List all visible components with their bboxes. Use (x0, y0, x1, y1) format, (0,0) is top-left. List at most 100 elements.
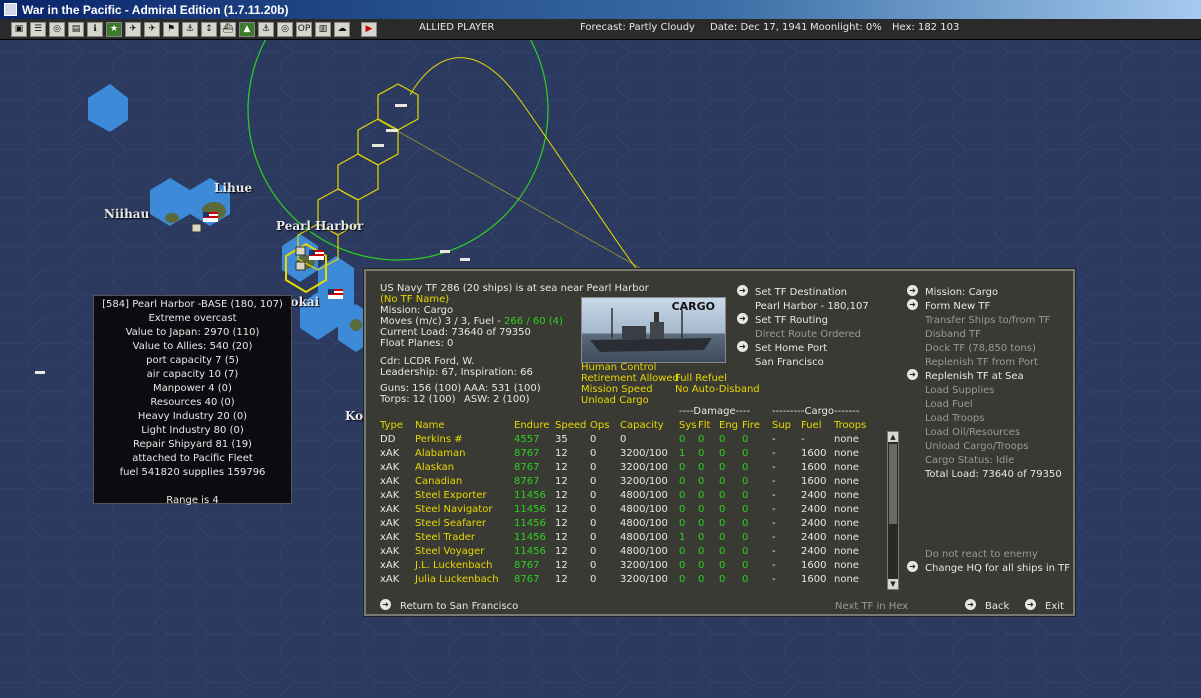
set-tf-destination[interactable]: Set TF Destination (755, 287, 847, 298)
base-manpower: Manpower 4 (0) (153, 383, 232, 394)
unload-cargo-button[interactable]: Unload Cargo/Troops (925, 441, 1028, 452)
table-row[interactable]: xAK Alabaman 8767 12 0 3200/100 1 0 0 0-1600 none (380, 446, 884, 460)
arrow-icon[interactable]: ➜ (737, 313, 748, 324)
intel-icon[interactable]: ◎ (277, 21, 293, 37)
scroll-down-icon[interactable]: ▼ (888, 579, 898, 589)
target-icon[interactable]: ◎ (49, 21, 65, 37)
back-button[interactable]: Back (985, 601, 1009, 612)
set-tf-routing[interactable]: Set TF Routing (755, 315, 828, 326)
tf-commander[interactable]: Cdr: LCDR Ford, W. (380, 356, 474, 367)
next-tf-button[interactable]: Next TF in Hex (835, 601, 908, 612)
ground-unit-icon[interactable]: ▲ (239, 21, 255, 37)
arrow-icon[interactable]: ➜ (907, 561, 918, 572)
ship-name[interactable]: Perkins # (415, 432, 514, 446)
replenish-port-button[interactable]: Replenish TF from Port (925, 357, 1038, 368)
ship-name[interactable]: Steel Navigator (415, 502, 514, 516)
table-row[interactable]: xAK Steel Trader 11456 12 0 4800/100 1 0 0 0-2400… (380, 530, 884, 544)
col-type[interactable]: Type (380, 418, 415, 432)
naval-base-icon[interactable]: ⚓ (258, 21, 274, 37)
load-oil-button[interactable]: Load Oil/Resources (925, 427, 1020, 438)
table-row[interactable]: xAK Steel Exporter 11456 12 0 4800/100 0 0 0 0-24… (380, 488, 884, 502)
ship-name[interactable]: Alaskan (415, 460, 514, 474)
arrow-icon[interactable]: ➜ (907, 299, 918, 310)
arrow-icon[interactable]: ➜ (907, 369, 918, 380)
ship-icon[interactable]: ⚓ (182, 21, 198, 37)
air-unit-icon[interactable]: ✈ (125, 21, 141, 37)
transfer-ships-button[interactable]: Transfer Ships to/from TF (925, 315, 1050, 326)
load-troops-button[interactable]: Load Troops (925, 413, 985, 424)
table-row[interactable]: DD Perkins #4557 35 0 0 0 0 0 0- - none (380, 432, 884, 446)
table-row[interactable]: xAK Julia Luckenbach 8767 12 0 3200/100 0 0 0 0-1… (380, 572, 884, 586)
end-turn-icon[interactable]: ▶ (361, 21, 377, 37)
form-new-tf-button[interactable]: Form New TF (925, 301, 990, 312)
arrow-icon[interactable]: ➜ (965, 599, 976, 610)
ship-capacity: 3200/100 (620, 559, 668, 571)
transfer-icon[interactable]: ↕ (201, 21, 217, 37)
star-icon[interactable]: ★ (106, 21, 122, 37)
option-human-control[interactable]: Human Control (581, 362, 656, 373)
option-full-refuel[interactable]: Full Refuel (675, 373, 727, 384)
no-react-option[interactable]: Do not react to enemy (925, 549, 1038, 560)
col-name[interactable]: Name (415, 418, 514, 432)
col-speed[interactable]: Speed (555, 418, 590, 432)
ship-name[interactable]: Steel Trader (415, 530, 514, 544)
col-endure[interactable]: Endure (514, 418, 555, 432)
return-home-button[interactable]: Return to San Francisco (400, 601, 518, 612)
flag-icon[interactable]: ⚑ (163, 21, 179, 37)
table-row[interactable]: xAK Steel Seafarer 11456 12 0 4800/100 0 0 0 0-24… (380, 516, 884, 530)
change-hq-button[interactable]: Change HQ for all ships in TF (925, 563, 1070, 574)
ship-name[interactable]: Steel Voyager (415, 544, 514, 558)
ship-name[interactable]: Canadian (415, 474, 514, 488)
col-fire[interactable]: Fire (742, 418, 772, 432)
air-mission-icon[interactable]: ✈ (144, 21, 160, 37)
production-icon[interactable]: ▥ (315, 21, 331, 37)
arrow-icon[interactable]: ➜ (737, 285, 748, 296)
disband-tf-button[interactable]: Disband TF (925, 329, 981, 340)
option-no-auto-disband[interactable]: No Auto-Disband (675, 384, 760, 395)
arrow-icon[interactable]: ➜ (1025, 599, 1036, 610)
arrow-icon[interactable]: ➜ (737, 341, 748, 352)
table-row[interactable]: xAK Steel Voyager 11456 12 0 4800/100 0 0 0 0-240… (380, 544, 884, 558)
ship-list-scrollbar[interactable]: ▲ ▼ (887, 431, 899, 590)
table-row[interactable]: xAK J.L. Luckenbach 8767 12 0 3200/100 0 0 0 0-16… (380, 558, 884, 572)
col-ops[interactable]: Ops (590, 418, 620, 432)
table-row[interactable]: xAK Alaskan 8767 12 0 3200/100 0 0 0 0-1600 none (380, 460, 884, 474)
col-sup[interactable]: Sup (772, 418, 801, 432)
scroll-thumb[interactable] (889, 444, 897, 524)
dock-tf-button[interactable]: Dock TF (78,850 tons) (925, 343, 1036, 354)
table-row[interactable]: xAK Canadian 8767 12 0 3200/100 0 0 0 0-1600 none (380, 474, 884, 488)
load-fuel-button[interactable]: Load Fuel (925, 399, 973, 410)
replenish-sea-button[interactable]: Replenish TF at Sea (925, 371, 1024, 382)
report-icon[interactable]: ▤ (68, 21, 84, 37)
tf-name[interactable]: (No TF Name) (380, 294, 449, 305)
arrow-icon[interactable]: ➜ (380, 599, 391, 610)
ship-name[interactable]: Julia Luckenbach (415, 572, 514, 586)
load-supplies-button[interactable]: Load Supplies (925, 385, 994, 396)
col-flt[interactable]: Flt (698, 418, 719, 432)
weather-icon[interactable]: ☁ (334, 21, 350, 37)
tf-mission-button[interactable]: Mission: Cargo (925, 287, 998, 298)
col-sys[interactable]: Sys (679, 418, 698, 432)
arrow-icon[interactable]: ➜ (907, 285, 918, 296)
option-unload-cargo[interactable]: Unload Cargo (581, 395, 649, 406)
table-row[interactable]: xAK Steel Navigator 11456 12 0 4800/100 0 0 0 0-2… (380, 502, 884, 516)
list-icon[interactable]: ☰ (30, 21, 46, 37)
col-eng[interactable]: Eng (719, 418, 742, 432)
set-home-port[interactable]: Set Home Port (755, 343, 827, 354)
ship-name[interactable]: Steel Exporter (415, 488, 514, 502)
option-mission-speed[interactable]: Mission Speed (581, 384, 653, 395)
info-icon[interactable]: ℹ (87, 21, 103, 37)
col-troops[interactable]: Troops (834, 418, 884, 432)
menu-icon[interactable]: ▣ (11, 21, 27, 37)
task-force-icon[interactable]: ⛴ (220, 21, 236, 37)
ops-report-icon[interactable]: OP (296, 21, 312, 37)
col-capacity[interactable]: Capacity (620, 418, 679, 432)
option-retirement[interactable]: Retirement Allowed (581, 373, 679, 384)
base-heavy-industry: Heavy Industry 20 (0) (137, 411, 248, 422)
scroll-up-icon[interactable]: ▲ (888, 432, 898, 442)
exit-button[interactable]: Exit (1045, 601, 1064, 612)
ship-name[interactable]: J.L. Luckenbach (415, 558, 514, 572)
ship-name[interactable]: Steel Seafarer (415, 516, 514, 530)
col-fuel[interactable]: Fuel (801, 418, 834, 432)
ship-name[interactable]: Alabaman (415, 446, 514, 460)
